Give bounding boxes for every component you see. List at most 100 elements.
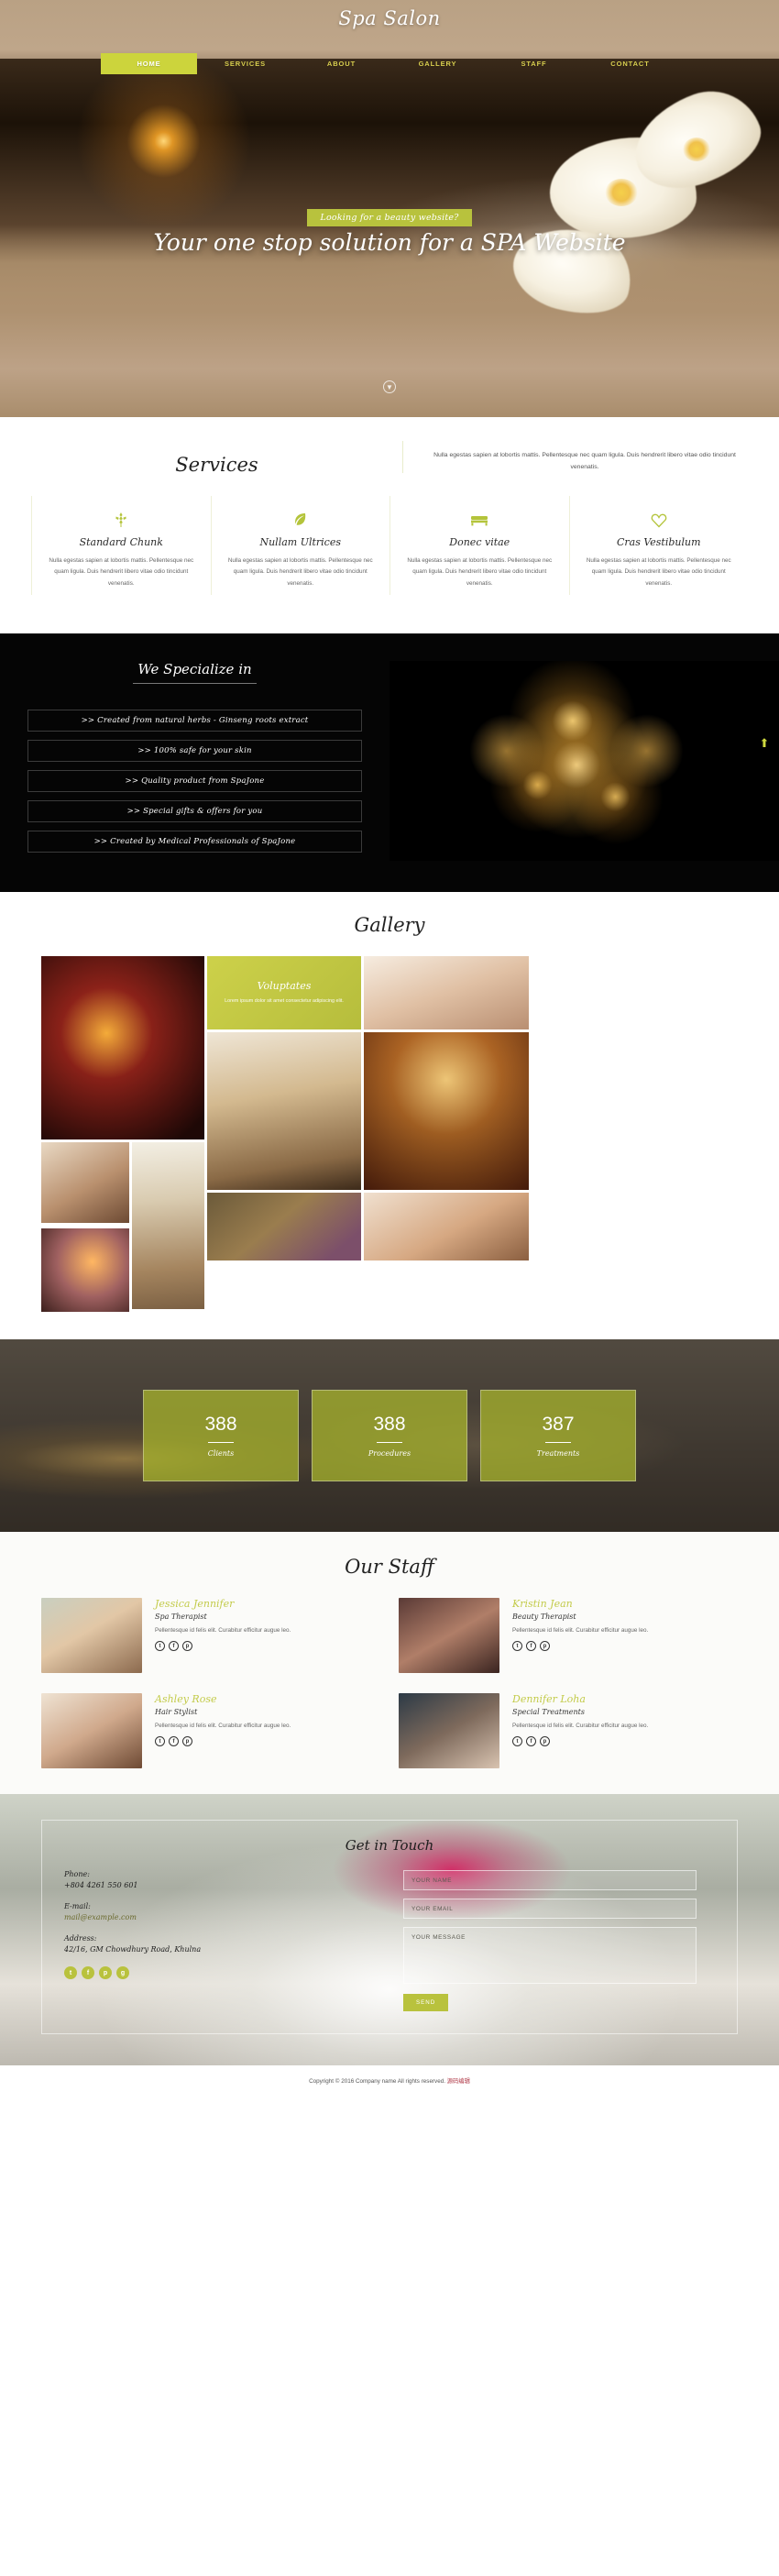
twitter-icon[interactable]: t	[512, 1736, 522, 1747]
staff-name: Jessica Jennifer	[155, 1598, 235, 1610]
counter-divider	[208, 1442, 234, 1443]
avatar	[399, 1598, 499, 1673]
specialize-item[interactable]: >> Quality product from SpaJone	[27, 770, 362, 792]
specialize-image-block: ⬆	[390, 661, 779, 861]
twitter-icon[interactable]: t	[155, 1736, 165, 1747]
service-card-nullam-ultrices[interactable]: Nullam Ultrices Nulla egestas sapien at …	[210, 496, 390, 595]
staff-card-kristin-jean[interactable]: Kristin Jean Beauty Therapist Pellentesq…	[399, 1598, 718, 1673]
site-footer: Copyright © 2016 Company name All rights…	[0, 2065, 779, 2096]
service-card-standard-chunk[interactable]: Standard Chunk Nulla egestas sapien at l…	[31, 496, 211, 595]
site-title: Spa Salon	[338, 7, 441, 29]
nav-item-contact[interactable]: CONTACT	[582, 53, 678, 74]
services-grid: Standard Chunk Nulla egestas sapien at l…	[0, 476, 779, 595]
specialize-item[interactable]: >> 100% safe for your skin	[27, 740, 362, 762]
email-field[interactable]: YOUR EMAIL	[403, 1899, 697, 1919]
nav-item-services[interactable]: SERVICES	[197, 53, 293, 74]
service-text: Nulla egestas sapien at lobortis mattis.…	[49, 557, 194, 587]
gallery-column-1	[41, 956, 204, 1312]
contact-details: Phone: +804 4261 550 601 E-mail: mail@ex…	[64, 1870, 367, 2011]
service-text: Nulla egestas sapien at lobortis mattis.…	[227, 557, 373, 587]
specialize-section: We Specialize in >> Created from natural…	[0, 633, 779, 892]
flower-center-2	[683, 138, 710, 161]
twitter-icon[interactable]: t	[64, 1966, 77, 1979]
counter-treatments: 387 Treatments	[480, 1390, 636, 1481]
facebook-icon[interactable]: f	[169, 1736, 179, 1747]
staff-bio: Pellentesque id felis elit. Curabitur ef…	[155, 1723, 291, 1729]
nav-item-gallery[interactable]: GALLERY	[390, 53, 486, 74]
service-title: Standard Chunk	[79, 536, 163, 548]
services-section: Services Nulla egestas sapien at loborti…	[0, 417, 779, 633]
gallery-tile-facial[interactable]	[41, 1142, 129, 1223]
staff-social-links: t f p	[512, 1736, 648, 1747]
pinterest-icon[interactable]: p	[182, 1736, 192, 1747]
staff-social-links: t f p	[155, 1641, 291, 1652]
specialize-heading: We Specialize in	[133, 661, 257, 684]
service-card-cras-vestibulum[interactable]: Cras Vestibulum Nulla egestas sapien at …	[568, 496, 749, 595]
facebook-icon[interactable]: f	[169, 1641, 179, 1652]
specialize-item[interactable]: >> Special gifts & offers for you	[27, 800, 362, 822]
pinterest-icon[interactable]: p	[182, 1641, 192, 1652]
service-card-donec-vitae[interactable]: Donec vitae Nulla egestas sapien at lobo…	[390, 496, 569, 595]
specialize-item[interactable]: >> Created from natural herbs - Ginseng …	[27, 710, 362, 732]
specialize-item[interactable]: >> Created by Medical Professionals of S…	[27, 831, 362, 853]
nav-item-about[interactable]: ABOUT	[293, 53, 390, 74]
counters-section: 388 Clients 388 Procedures 387 Treatment…	[0, 1339, 779, 1532]
contact-section: Get in Touch Phone: +804 4261 550 601 E-…	[0, 1794, 779, 2065]
gallery-tile-towel-stones[interactable]	[207, 1032, 361, 1190]
copyright-label: Copyright © 2016 Company name All rights…	[309, 2078, 445, 2085]
scroll-to-top-icon[interactable]: ⬆	[757, 736, 772, 751]
pinterest-icon[interactable]: p	[540, 1736, 550, 1747]
message-field[interactable]: YOUR MESSAGE	[403, 1927, 697, 1984]
flower-center-1	[605, 179, 638, 206]
counter-divider	[545, 1442, 571, 1443]
gallery-tile-back-massage[interactable]	[364, 1193, 529, 1260]
nav-item-staff[interactable]: STAFF	[486, 53, 582, 74]
gallery-tile-hand-massage[interactable]	[364, 956, 529, 1029]
contact-email-label: E-mail:	[64, 1902, 91, 1910]
counter-divider	[377, 1442, 402, 1443]
service-text: Nulla egestas sapien at lobortis mattis.…	[407, 557, 553, 587]
counter-value: 388	[373, 1414, 406, 1435]
counter-value: 387	[542, 1414, 575, 1435]
name-field[interactable]: YOUR NAME	[403, 1870, 697, 1890]
staff-name: Ashley Rose	[155, 1693, 217, 1705]
contact-email-value[interactable]: mail@example.com	[64, 1913, 367, 1921]
copyright-text: Copyright © 2016 Company name All rights…	[0, 2076, 779, 2085]
gallery-grid: Voluptates Lorem ipsum dolor sit amet co…	[41, 956, 738, 1312]
facebook-icon[interactable]: f	[82, 1966, 94, 1979]
gallery-tile-cream-jar[interactable]	[41, 1228, 129, 1312]
gallery-tile-flowers-basket[interactable]	[207, 1193, 361, 1260]
staff-grid: Jessica Jennifer Spa Therapist Pellentes…	[41, 1598, 738, 1768]
staff-card-jessica-jennifer[interactable]: Jessica Jennifer Spa Therapist Pellentes…	[41, 1598, 360, 1673]
staff-card-ashley-rose[interactable]: Ashley Rose Hair Stylist Pellentesque id…	[41, 1693, 360, 1768]
credit-link[interactable]: 源码编辑	[447, 2078, 470, 2085]
facebook-icon[interactable]: f	[526, 1736, 536, 1747]
service-title: Cras Vestibulum	[616, 536, 701, 548]
contact-social-links: t f p g	[64, 1966, 367, 1979]
google-icon[interactable]: g	[116, 1966, 129, 1979]
nav-item-home[interactable]: HOME	[101, 53, 197, 74]
send-button[interactable]: SEND	[403, 1994, 449, 2011]
avatar	[41, 1693, 142, 1768]
contact-form: YOUR NAME YOUR EMAIL YOUR MESSAGE SEND	[403, 1870, 697, 2011]
contact-phone-value: +804 4261 550 601	[64, 1881, 138, 1889]
service-title: Nullam Ultrices	[259, 536, 342, 548]
facebook-icon[interactable]: f	[526, 1641, 536, 1652]
staff-section: Our Staff Jessica Jennifer Spa Therapist…	[0, 1532, 779, 1794]
pinterest-icon[interactable]: p	[99, 1966, 112, 1979]
counter-clients: 388 Clients	[143, 1390, 299, 1481]
gallery-heading: Gallery	[354, 914, 425, 936]
hero-badge-text: Looking for a beauty website?	[307, 209, 472, 226]
staff-heading: Our Staff	[345, 1556, 434, 1578]
gallery-tile-pillar-candles[interactable]	[364, 1032, 529, 1190]
pinterest-icon[interactable]: p	[540, 1641, 550, 1652]
hero-badge: Looking for a beauty website?	[0, 208, 779, 226]
gallery-tile-voluptates[interactable]: Voluptates Lorem ipsum dolor sit amet co…	[207, 956, 361, 1029]
contact-heading: Get in Touch	[345, 1837, 434, 1854]
gallery-tile-candles-red[interactable]	[41, 956, 204, 1139]
twitter-icon[interactable]: t	[512, 1641, 522, 1652]
staff-card-dennifer-loha[interactable]: Dennifer Loha Special Treatments Pellent…	[399, 1693, 718, 1768]
twitter-icon[interactable]: t	[155, 1641, 165, 1652]
scroll-down-icon[interactable]: ▼	[383, 380, 396, 393]
gallery-tile-frangipani[interactable]	[132, 1142, 204, 1309]
